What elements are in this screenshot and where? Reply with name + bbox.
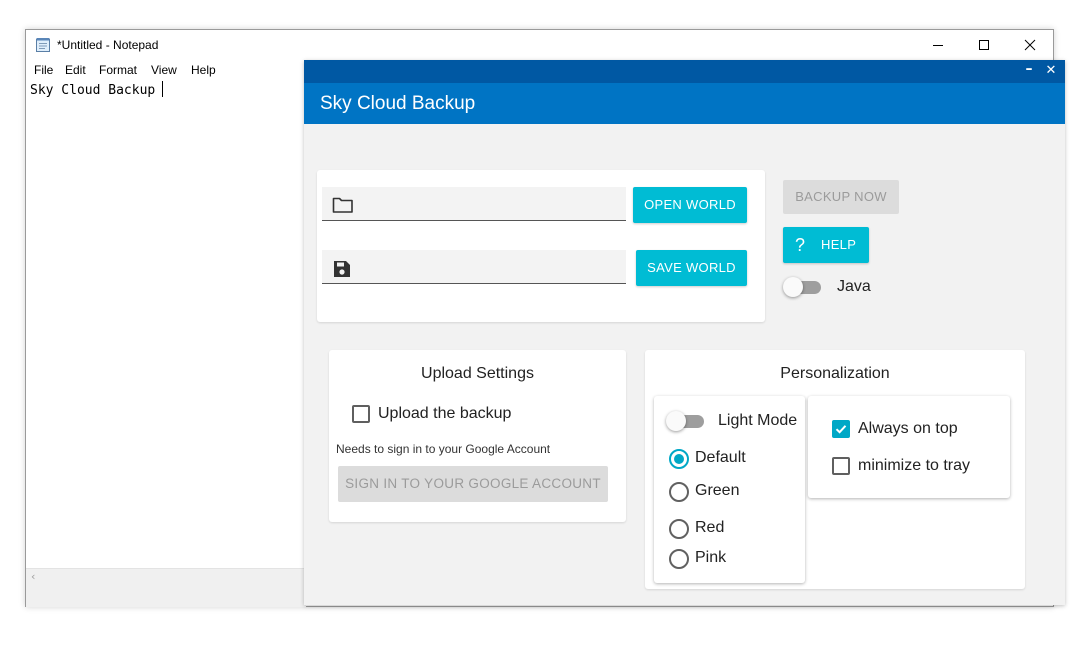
- notepad-statusbar: [26, 585, 306, 607]
- sky-cloud-backup-window: – ✕ Sky Cloud Backup OPEN WORLD SAVE WOR…: [304, 60, 1065, 605]
- theme-label-pink: Pink: [695, 549, 727, 566]
- menu-file[interactable]: File: [34, 63, 53, 77]
- help-question-icon: ?: [795, 235, 806, 255]
- upload-backup-label: Upload the backup: [378, 405, 512, 422]
- notepad-content: Sky Cloud Backup: [30, 83, 156, 98]
- maximize-button[interactable]: [961, 30, 1007, 60]
- checkmark-icon: [835, 425, 847, 434]
- notepad-titlebar[interactable]: *Untitled - Notepad: [26, 30, 1053, 60]
- help-button-label: HELP: [821, 237, 857, 252]
- minimize-to-tray-label: minimize to tray: [858, 457, 971, 474]
- java-label: Java: [837, 278, 871, 295]
- google-sign-in-button[interactable]: SIGN IN TO YOUR GOOGLE ACCOUNT: [338, 466, 608, 502]
- maximize-icon: [979, 40, 989, 50]
- upload-settings-heading: Upload Settings: [421, 365, 534, 382]
- minimize-to-tray-checkbox[interactable]: [832, 457, 850, 475]
- personalization-heading: Personalization: [780, 365, 890, 382]
- java-toggle[interactable]: [783, 277, 823, 297]
- always-on-top-checkbox[interactable]: [832, 420, 850, 438]
- save-disk-icon: [334, 261, 350, 277]
- menu-edit[interactable]: Edit: [65, 63, 86, 77]
- upload-settings-card: Upload Settings Upload the backup Needs …: [329, 350, 626, 522]
- theme-label-red: Red: [695, 519, 725, 536]
- notepad-app-icon: [36, 38, 50, 52]
- world-card: OPEN WORLD SAVE WORLD: [317, 170, 765, 322]
- window-options-panel: Always on top minimize to tray: [808, 396, 1010, 498]
- text-caret: [162, 81, 164, 97]
- close-button[interactable]: [1007, 30, 1053, 60]
- light-mode-toggle-thumb: [666, 411, 686, 431]
- minimize-icon: [933, 45, 943, 46]
- theme-label-green: Green: [695, 482, 740, 499]
- save-world-field[interactable]: [322, 250, 626, 284]
- scroll-left-icon[interactable]: ‹: [31, 569, 35, 585]
- theme-label-default: Default: [695, 449, 746, 466]
- personalization-card: Personalization Light Mode Default Green…: [645, 350, 1025, 589]
- upload-backup-checkbox[interactable]: [352, 405, 370, 423]
- always-on-top-label: Always on top: [858, 420, 958, 437]
- minimize-button[interactable]: [915, 30, 961, 60]
- notepad-title: *Untitled - Notepad: [57, 38, 159, 52]
- theme-radio-pink[interactable]: [669, 549, 689, 569]
- theme-radio-red[interactable]: [669, 519, 689, 539]
- menu-help[interactable]: Help: [191, 63, 216, 77]
- notepad-text-area[interactable]: Sky Cloud Backup: [30, 81, 164, 98]
- app-minimize-icon[interactable]: –: [1021, 62, 1037, 80]
- java-toggle-thumb: [783, 277, 803, 297]
- horizontal-scrollbar[interactable]: ‹: [26, 568, 306, 585]
- app-window-bar[interactable]: – ✕: [304, 60, 1065, 83]
- app-close-icon[interactable]: ✕: [1043, 63, 1059, 81]
- open-world-button[interactable]: OPEN WORLD: [633, 187, 747, 223]
- sign-in-note: Needs to sign in to your Google Account: [336, 442, 551, 456]
- app-title: Sky Cloud Backup: [320, 93, 476, 114]
- light-mode-label: Light Mode: [718, 412, 798, 429]
- light-mode-toggle[interactable]: [666, 411, 706, 431]
- open-world-field[interactable]: [322, 187, 626, 221]
- save-world-button[interactable]: SAVE WORLD: [636, 250, 747, 286]
- menu-format[interactable]: Format: [99, 63, 137, 77]
- theme-panel: Light Mode Default Green Red Pink: [654, 396, 805, 583]
- help-button[interactable]: ? HELP: [783, 227, 869, 263]
- theme-radio-green[interactable]: [669, 482, 689, 502]
- backup-now-button[interactable]: BACKUP NOW: [783, 180, 899, 214]
- menu-view[interactable]: View: [151, 63, 177, 77]
- folder-icon: [332, 197, 353, 213]
- theme-radio-default[interactable]: [669, 449, 689, 469]
- app-header: Sky Cloud Backup: [304, 83, 1065, 124]
- close-icon: [1024, 39, 1036, 51]
